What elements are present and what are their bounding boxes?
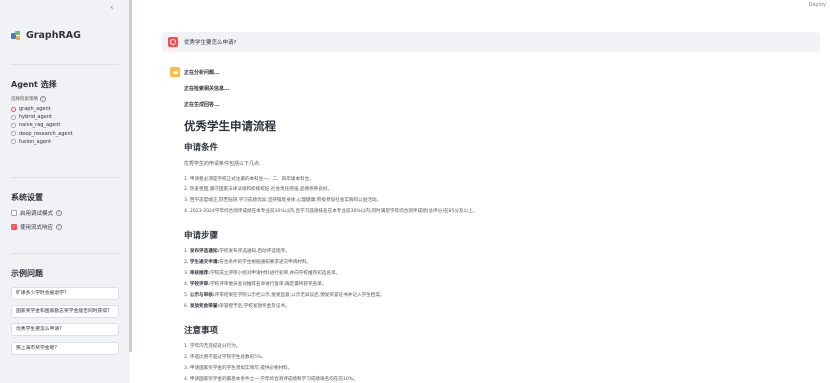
list-item: 3. 西学态度端正,刻苦钻研,学习成绩优异;坚持锻炼身体,心理健康;积极参加社会… <box>184 197 381 203</box>
deploy-button[interactable]: Deploy <box>808 2 826 8</box>
debug-mode-checkbox[interactable]: 启用调试模式 ? <box>11 209 63 217</box>
answer-title: 优秀学生申请流程 <box>184 119 276 133</box>
list-item-text: 评审结果在学院公示栏公示,接受监督;公示无异议后,颁发荣誉证书并记入学生档案。 <box>214 293 385 298</box>
list-item: 6. 发放奖金荣誉:荣誉授予后,学校发放奖金及证书。 <box>184 303 290 309</box>
user-message-text: 优秀学生要怎么申请? <box>184 40 237 46</box>
section-heading: 注意事项 <box>184 326 219 336</box>
examples-section-title: 示例问题 <box>11 269 43 278</box>
list-item-text: 评选比例不超过学院学生总数的5%。 <box>189 355 267 360</box>
agent-option-fusion[interactable]: fusion_agent <box>11 138 73 146</box>
agent-option-label: deep_research_agent <box>19 130 73 137</box>
agent-option-hybrid[interactable]: hybrid_agent <box>11 113 73 121</box>
list-item: 2. 热爱祖国,遵守国家法律法规和校规校纪,社会责任感强,品德修养良好。 <box>184 186 332 192</box>
list-item-text: 申请者必须是学校正式注册的本科生一、二、四年级本科生。 <box>189 177 314 182</box>
stream-response-label: 使用流式响应 <box>20 225 54 231</box>
status-line: 正在生成回答... <box>184 102 220 108</box>
list-item-text: 申请国家奖学金的学生须如实填写,提供必要材料。 <box>189 366 293 371</box>
divider <box>11 177 119 178</box>
list-item: 3. 申请国家奖学金的学生须如实填写,提供必要材料。 <box>184 365 292 371</box>
list-item-bold: 发放奖金荣誉: <box>189 304 220 309</box>
graphrag-logo-icon <box>11 31 21 40</box>
sidebar-scrollbar[interactable] <box>129 0 132 352</box>
agent-radio-group: graph_agent hybrid_agent naive_rag_agent… <box>11 105 73 146</box>
status-line: 正在分析问题... <box>184 70 220 76</box>
list-item: 4. 学校评审:学校评审委员会对推荐名单进行复审,确定最终获奖名单。 <box>184 281 326 287</box>
list-item-text: 西学态度端正,刻苦钻研,学习成绩优异;坚持锻炼身体,心理健康;积极参加社会实践和… <box>189 198 382 203</box>
radio-icon[interactable] <box>11 122 16 128</box>
list-item: 1. 学年内无违纪处分行为。 <box>184 343 240 349</box>
list-item-text: 热爱祖国,遵守国家法律法规和校规校纪,社会责任感强,品德修养良好。 <box>189 187 333 192</box>
checkbox-icon[interactable] <box>11 210 17 216</box>
list-item-text: 荣誉授予后,学校发放奖金及证书。 <box>219 304 290 309</box>
section-heading: 申请条件 <box>184 143 219 153</box>
agent-option-label: fusion_agent <box>19 138 52 145</box>
list-item: 1. 发布评选通知:学校发布评选通知,启动评选程序。 <box>184 248 290 254</box>
list-item: 3. 审核推荐:学院成立评审小组对申请材料进行初审,并向学校推荐初选名单。 <box>184 270 340 276</box>
example-question-button[interactable]: 旷课多少学时会被退学? <box>11 287 119 300</box>
agent-option-label: naive_rag_agent <box>19 122 61 129</box>
help-icon[interactable]: ? <box>56 210 63 216</box>
agent-option-label: graph_agent <box>19 106 51 113</box>
list-item-text: 2023-2024学年综合测评成绩在本专业前30%以内,且学习成绩排名在本专业前… <box>189 209 478 214</box>
divider <box>11 253 119 254</box>
section-heading: 申请步骤 <box>184 231 219 241</box>
checkbox-checked-icon[interactable]: ✓ <box>11 224 17 230</box>
radio-icon[interactable] <box>11 139 16 145</box>
example-question-button[interactable]: 那上海市奖学金呢? <box>11 342 119 355</box>
help-icon[interactable]: ? <box>40 96 46 102</box>
list-item-text: 学校发布评选通知,启动评选程序。 <box>219 249 290 254</box>
help-icon[interactable]: ? <box>56 224 63 230</box>
radio-icon[interactable] <box>11 114 16 120</box>
list-item: 4. 申请国家奖学金的最基本条件之一:学年综合测评成绩和学习成绩排名均在前10%… <box>184 376 358 382</box>
list-item: 5. 公示与审核:评审结果在学院公示栏公示,接受监督;公示无异议后,颁发荣誉证书… <box>184 292 385 298</box>
user-message: 优秀学生要怎么申请? <box>162 32 820 52</box>
section-intro: 优秀学生的申请条件包括以下几点: <box>184 161 261 167</box>
agent-option-label: hybrid_agent <box>19 114 52 121</box>
agent-option-graph[interactable]: graph_agent <box>11 105 73 113</box>
radio-selected-icon[interactable] <box>11 106 16 112</box>
app-title: GraphRAG <box>26 30 81 41</box>
example-question-button[interactable]: 优秀学生要怎么申请? <box>11 323 119 336</box>
list-item-text: 学院成立评审小组对申请材料进行初审,并向学校推荐初选名单。 <box>210 271 341 276</box>
radio-icon[interactable] <box>11 131 16 137</box>
agent-section-title: Agent 选择 <box>11 80 57 89</box>
assistant-avatar-icon <box>170 67 180 77</box>
chevron-left-icon[interactable]: ‹ <box>110 3 114 13</box>
list-item: 2. 评选比例不超过学院学生总数的5%。 <box>184 354 266 360</box>
list-item-text: 学年内无违纪处分行为。 <box>189 344 241 349</box>
debug-mode-label: 启用调试模式 <box>20 211 54 217</box>
user-avatar-icon <box>168 37 178 47</box>
list-item: 4. 2023-2024学年综合测评成绩在本专业前30%以内,且学习成绩排名在本… <box>184 208 477 214</box>
agent-subtitle-text: 选择检索策略 <box>11 97 38 102</box>
list-item-bold: 发布评选通知: <box>189 249 220 254</box>
agent-option-naive-rag[interactable]: naive_rag_agent <box>11 121 73 129</box>
stream-response-checkbox[interactable]: ✓ 使用流式响应 ? <box>11 223 63 231</box>
list-item: 2. 学生递交申请:符合条件的学生根据通知要求递交申请材料。 <box>184 259 311 265</box>
divider <box>11 64 119 65</box>
list-item-bold: 公示与审核: <box>189 293 215 298</box>
list-item-bold: 学校评审: <box>189 282 211 287</box>
list-item-text: 学校评审委员会对推荐名单进行复审,确定最终获奖名单。 <box>210 282 327 287</box>
list-item-text: 申请国家奖学金的最基本条件之一:学年综合测评成绩和学习成绩排名均在前10%。 <box>189 377 358 382</box>
list-item: 1. 申请者必须是学校正式注册的本科生一、二、四年级本科生。 <box>184 176 314 182</box>
list-item-bold: 审核推荐: <box>189 271 211 276</box>
list-item-bold: 学生递交申请: <box>189 260 220 265</box>
example-question-button[interactable]: 国家奖学金和国家励志奖学金能否同时获得? <box>11 305 119 318</box>
list-item-text: 符合条件的学生根据通知要求递交申请材料。 <box>219 260 312 265</box>
brand: GraphRAG <box>11 30 81 41</box>
agent-section-subtitle: 选择检索策略 ? <box>11 96 46 102</box>
system-section-title: 系统设置 <box>11 193 43 202</box>
agent-option-deep-research[interactable]: deep_research_agent <box>11 130 73 138</box>
status-line: 正在检索相关信息... <box>184 86 230 92</box>
sidebar: ‹ GraphRAG Agent 选择 选择检索策略 ? graph_agent… <box>0 0 130 383</box>
